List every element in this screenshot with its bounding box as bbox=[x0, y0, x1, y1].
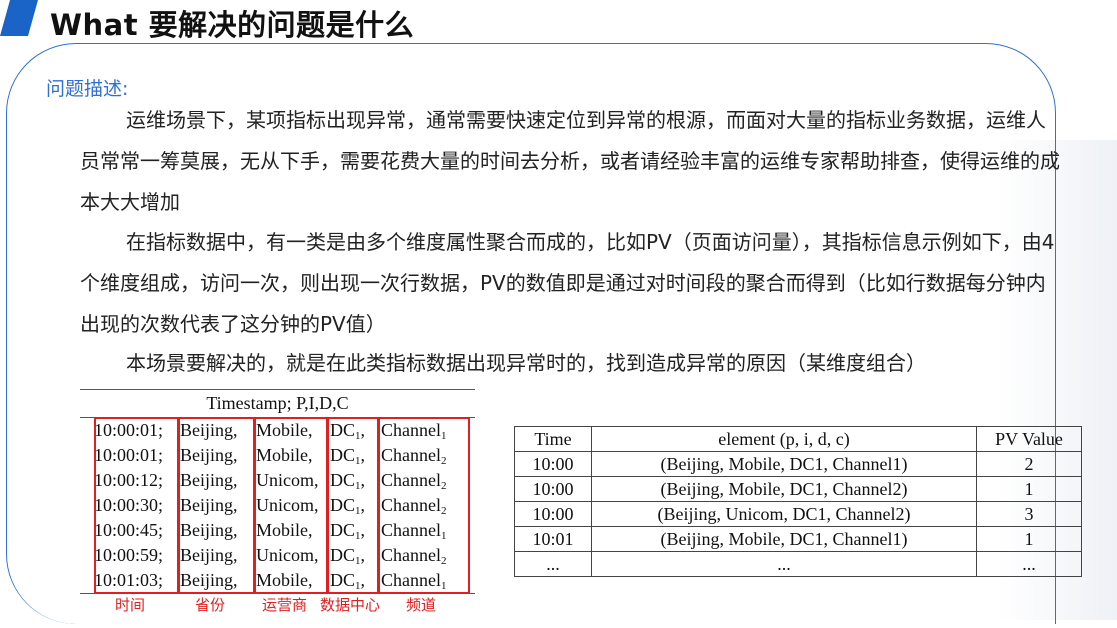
table-row: 10:00 (Beijing, Mobile, DC1, Channel1) 2 bbox=[514, 451, 1082, 477]
header-element: element (p, i, d, c) bbox=[591, 426, 977, 452]
cell-pv-value: 1 bbox=[976, 476, 1082, 502]
section-label: 问题描述: bbox=[46, 78, 129, 100]
table-row: ......... bbox=[514, 551, 1082, 577]
cell-pv-value: ... bbox=[976, 551, 1082, 577]
cell-pv-value: 1 bbox=[976, 526, 1082, 552]
cell-pv-value: 2 bbox=[976, 451, 1082, 477]
cell-time: 10:00 bbox=[514, 451, 592, 477]
table-row: 10:00 (Beijing, Mobile, DC1, Channel2) 1 bbox=[514, 476, 1082, 502]
title-accent-bar bbox=[0, 0, 38, 36]
paragraph-1-text: 运维场景下，某项指标出现异常，通常需要快速定位到异常的根源，而面对大量的指标业务… bbox=[80, 108, 1060, 214]
time-column-highlight bbox=[94, 417, 179, 594]
pv-table-body: 10:00 (Beijing, Mobile, DC1, Channel1) 2 10… bbox=[514, 451, 1082, 577]
cell-element: (Beijing, Mobile, DC1, Channel2) bbox=[591, 476, 977, 502]
cell-element: (Beijing, Mobile, DC1, Channel1) bbox=[591, 526, 977, 552]
header-time: Time bbox=[514, 426, 592, 452]
column-label-channel: 频道 bbox=[406, 596, 437, 614]
log-table-header: Timestamp; P,I,D,C bbox=[80, 389, 475, 418]
province-column-highlight bbox=[178, 417, 255, 594]
column-label-operator: 运营商 bbox=[262, 596, 308, 614]
paragraph-2-text: 在指标数据中，有一类是由多个维度属性聚合而成的，比如PV（页面访问量），其指标信… bbox=[80, 230, 1055, 336]
cell-element: (Beijing, Unicom, DC1, Channel2) bbox=[591, 501, 977, 527]
cell-element: (Beijing, Mobile, DC1, Channel1) bbox=[591, 451, 977, 477]
table-row: 10:00 (Beijing, Unicom, DC1, Channel2) 3 bbox=[514, 501, 1082, 527]
cell-time: 10:00 bbox=[514, 501, 592, 527]
pv-aggregation-table: Time element (p, i, d, c) PV Value 10:00… bbox=[514, 426, 1082, 577]
paragraph-1: 运维场景下，某项指标出现异常，通常需要快速定位到异常的根源，而面对大量的指标业务… bbox=[80, 100, 1060, 223]
column-label-time: 时间 bbox=[115, 596, 146, 614]
channel-column-highlight bbox=[378, 417, 470, 594]
cell-element: ... bbox=[591, 551, 977, 577]
pv-table-header-row: Time element (p, i, d, c) PV Value bbox=[514, 426, 1082, 452]
column-label-datacenter: 数据中心 bbox=[320, 596, 381, 614]
header-pv-value: PV Value bbox=[976, 426, 1082, 452]
paragraph-3: 本场景要解决的，就是在此类指标数据出现异常时的，找到造成异常的原因（某维度组合） bbox=[80, 343, 1060, 384]
datacenter-column-highlight bbox=[327, 417, 379, 594]
paragraph-3-text: 本场景要解决的，就是在此类指标数据出现异常时的，找到造成异常的原因（某维度组合） bbox=[126, 351, 926, 375]
cell-time: 10:00 bbox=[514, 476, 592, 502]
cell-pv-value: 3 bbox=[976, 501, 1082, 527]
cell-time: 10:01 bbox=[514, 526, 592, 552]
operator-column-highlight bbox=[254, 417, 328, 594]
cell-time: ... bbox=[514, 551, 592, 577]
column-label-province: 省份 bbox=[195, 596, 226, 614]
paragraph-2: 在指标数据中，有一类是由多个维度属性聚合而成的，比如PV（页面访问量），其指标信… bbox=[80, 222, 1060, 345]
table-row: 10:01 (Beijing, Mobile, DC1, Channel1) 1 bbox=[514, 526, 1082, 552]
slide-title: What 要解决的问题是什么 bbox=[50, 8, 415, 42]
